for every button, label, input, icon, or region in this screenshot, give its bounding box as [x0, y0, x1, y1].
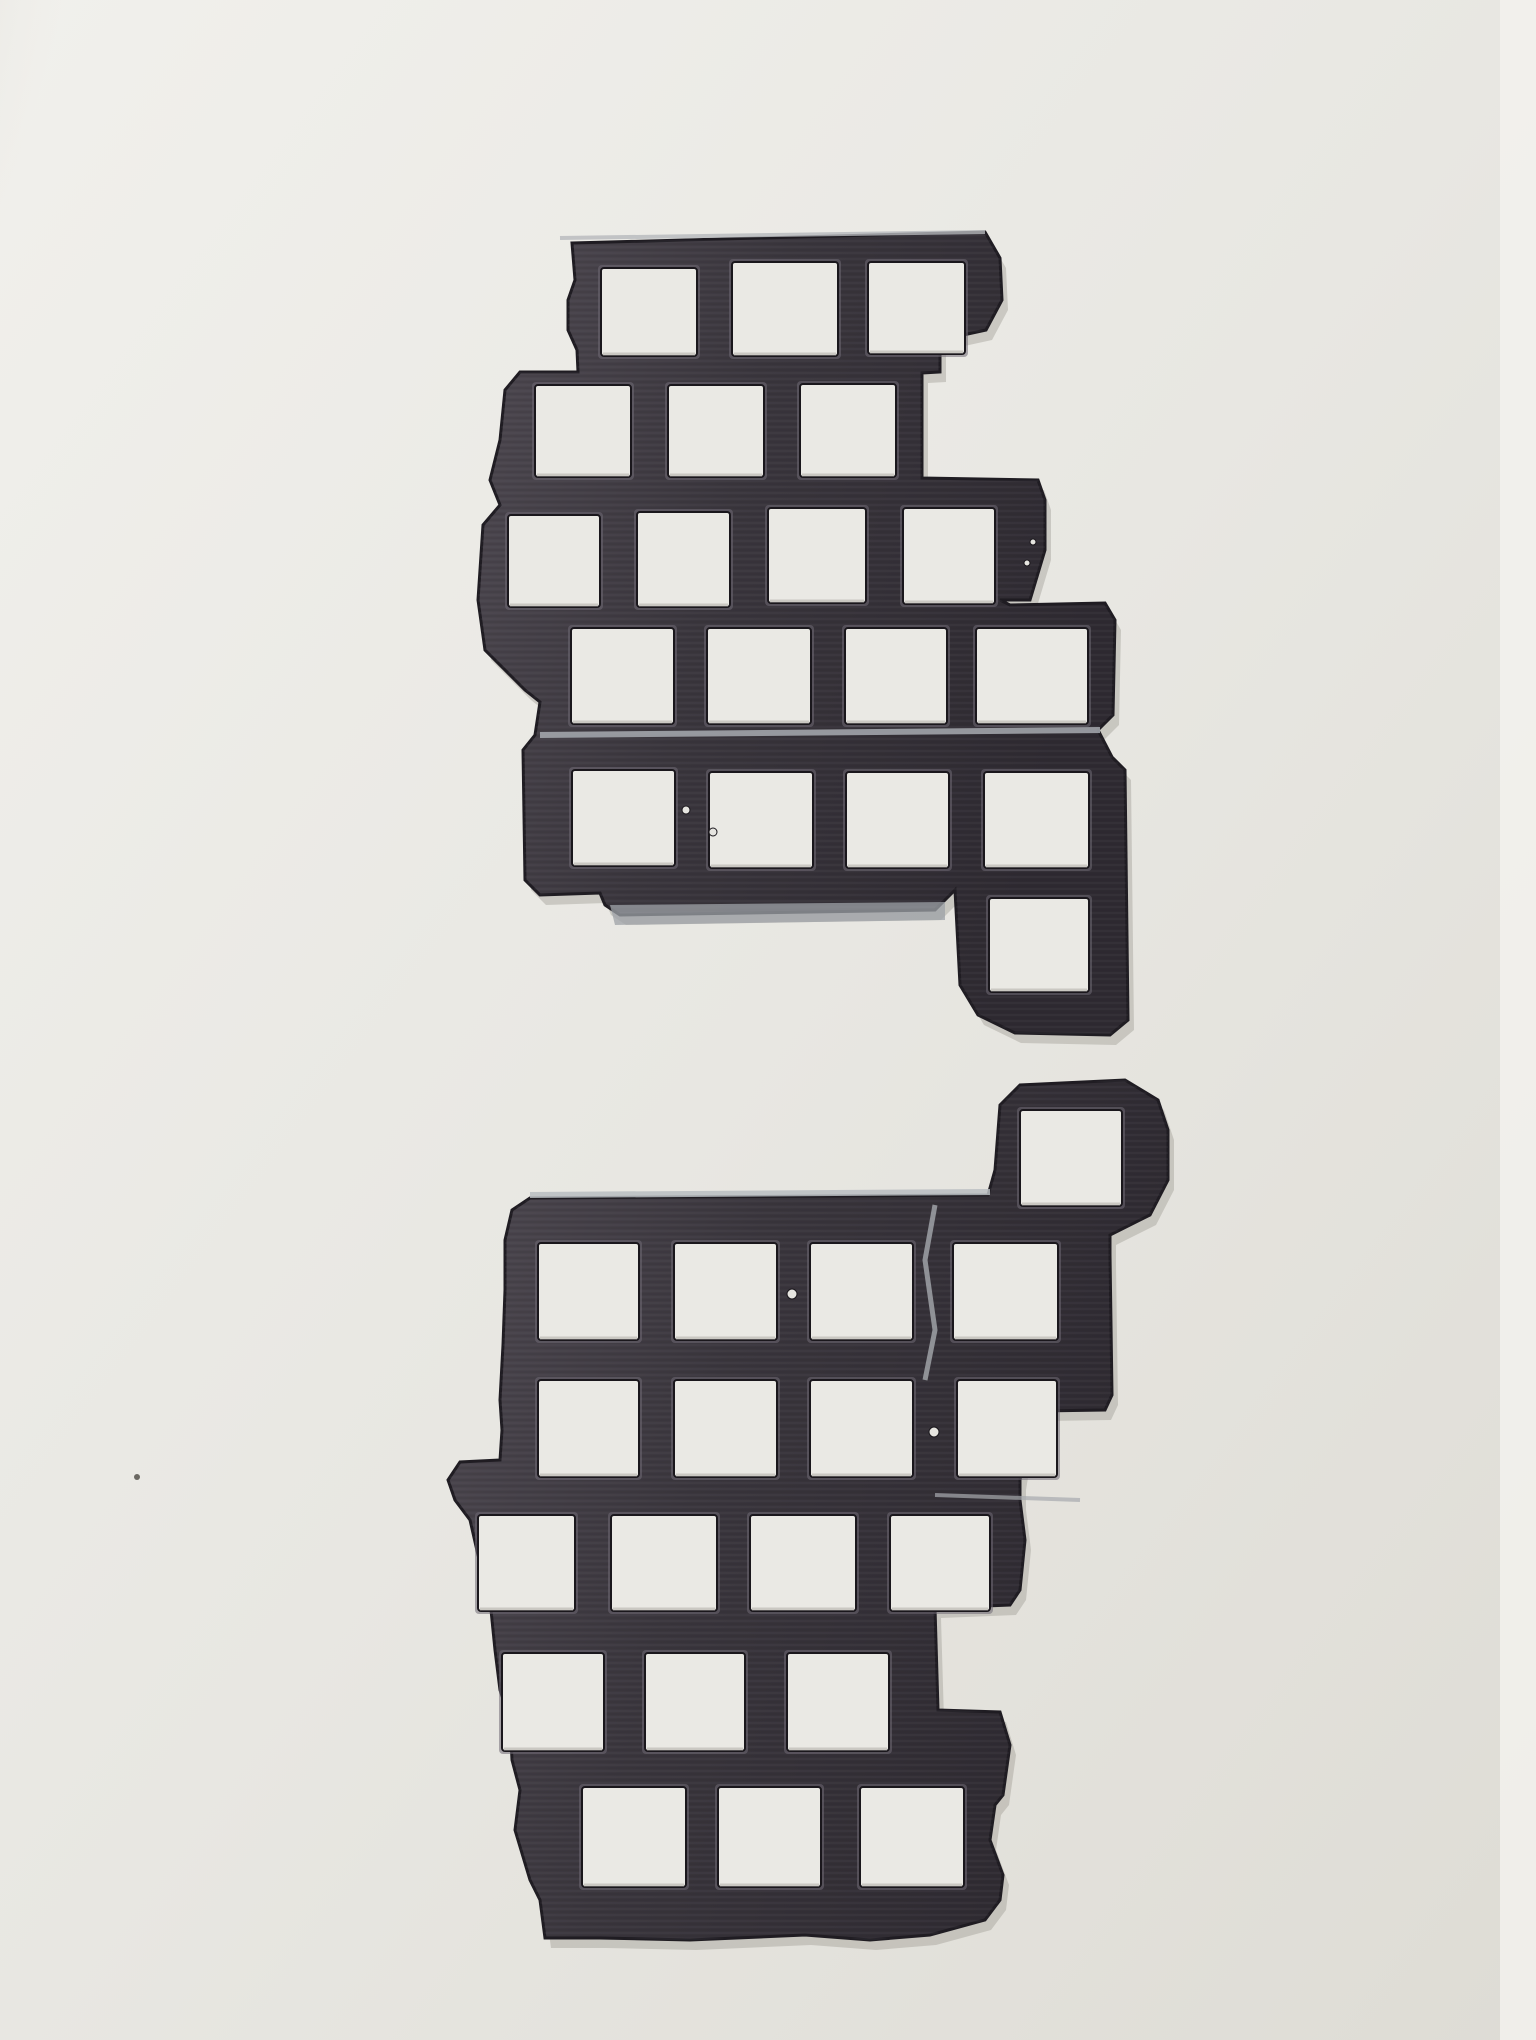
upper-plate-switch-cutout	[988, 897, 1090, 993]
upper-plate-switch-cutout	[570, 627, 675, 725]
lower-plate-switch-cutout	[610, 1514, 718, 1612]
upper-plate-switch-cutout	[507, 514, 601, 608]
upper-plate-switch-cutout	[706, 627, 812, 725]
upper-plate-screw-hole	[1029, 538, 1037, 546]
lower-plate-switch-cutout	[717, 1786, 822, 1888]
right-edge-band	[1500, 0, 1536, 2040]
upper-plate-switch-cutout	[844, 627, 948, 725]
lower-plate-switch-cutout	[644, 1652, 746, 1752]
lower-plate-switch-cutout	[859, 1786, 965, 1888]
upper-plate-switch-cutout	[667, 384, 765, 478]
lower-plate-switch-cutout	[809, 1379, 914, 1478]
lower-plate-switch-cutout	[501, 1652, 605, 1752]
lower-plate-switch-cutout	[749, 1514, 857, 1612]
upper-plate-screw-hole	[708, 827, 718, 837]
upper-plate-screw-hole	[1023, 559, 1031, 567]
lower-plate-switch-cutout	[952, 1242, 1059, 1341]
lower-plate-switch-cutout	[786, 1652, 890, 1752]
lower-plate-switch-cutout	[581, 1786, 687, 1888]
upper-plate-switch-cutout	[600, 267, 698, 357]
table-speck	[134, 1474, 140, 1480]
upper-plate-switch-cutout	[845, 771, 950, 869]
lower-plate-switch-cutout	[956, 1379, 1058, 1478]
lower-plate-switch-cutout	[537, 1379, 640, 1478]
upper-plate-switch-cutout	[975, 627, 1089, 725]
lower-plate-switch-cutout	[537, 1242, 640, 1341]
upper-plate-switch-cutout	[571, 769, 676, 867]
upper-plate-switch-cutout	[902, 507, 996, 605]
lower-plate-top-edge-highlight	[529, 1189, 991, 1198]
upper-plate-switch-cutout	[983, 771, 1090, 869]
lower-plate-screw-hole	[928, 1426, 940, 1438]
upper-plate-switch-cutout	[534, 384, 632, 478]
upper-plate-switch-cutout	[767, 507, 867, 604]
lower-plate-switch-cutout	[1019, 1109, 1123, 1207]
lower-plate-switch-cutout	[673, 1379, 778, 1478]
upper-plate-switch-cutout	[799, 383, 897, 478]
photo-scene	[0, 0, 1536, 2040]
upper-plate-switch-cutout	[708, 771, 814, 869]
lower-plate-screw-hole	[786, 1288, 798, 1300]
upper-plate-switch-cutout	[867, 261, 966, 355]
lower-plate-switch-cutout	[889, 1514, 991, 1612]
lower-plate-switch-cutout	[809, 1242, 914, 1341]
lower-plate-switch-cutout	[673, 1242, 778, 1341]
upper-plate-screw-hole	[681, 805, 691, 815]
upper-plate-switch-cutout	[636, 511, 731, 608]
lower-plate-switch-cutout	[477, 1514, 576, 1612]
upper-plate-switch-cutout	[731, 261, 839, 357]
